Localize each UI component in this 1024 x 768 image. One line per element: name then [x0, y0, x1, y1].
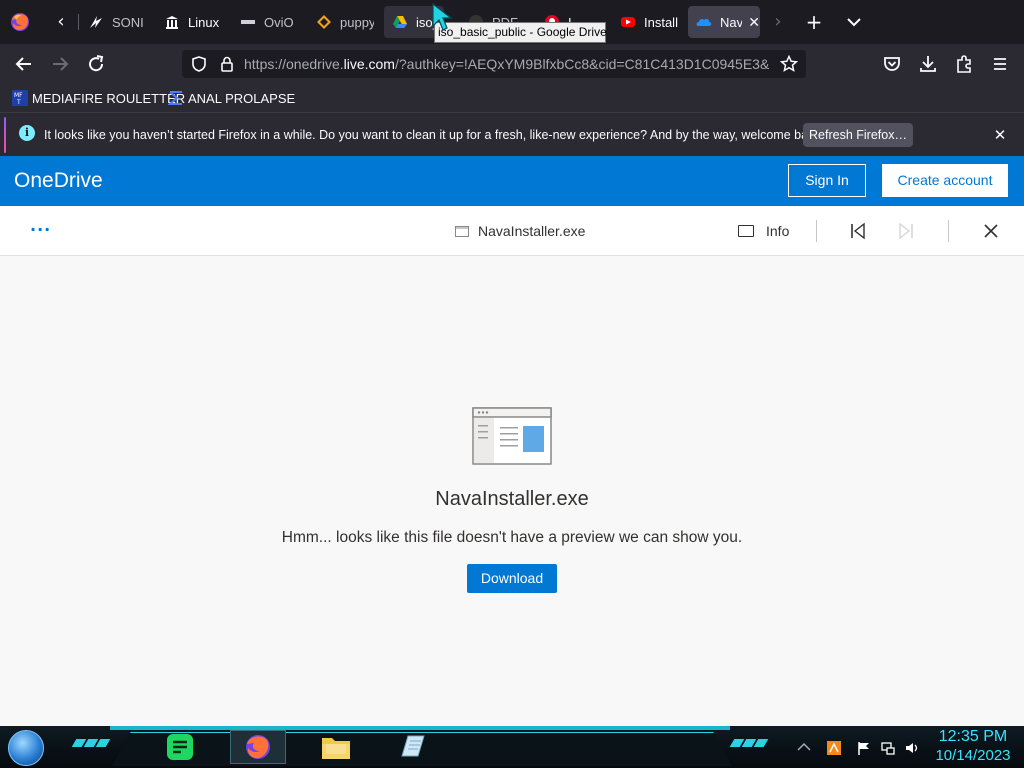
taskbar-notepad-app[interactable]	[384, 730, 440, 764]
tab-label: Nav	[720, 14, 743, 30]
folder-icon	[322, 738, 350, 759]
notification-accent-bar	[4, 117, 6, 153]
close-icon[interactable]	[981, 221, 1001, 241]
tab-install[interactable]: Install	[612, 6, 680, 38]
taskbar: 12:35 PM 10/14/2023	[0, 726, 1024, 768]
taskbar-firefox-app[interactable]	[230, 730, 286, 764]
tab-linux[interactable]: Linux	[156, 6, 222, 38]
mouse-cursor-icon	[432, 2, 453, 31]
file-title: NavaInstaller.exe	[455, 206, 585, 256]
info-icon: i	[19, 125, 35, 141]
notepad-icon	[401, 735, 425, 757]
application-file-icon	[455, 225, 469, 237]
extensions-puzzle-icon[interactable]	[952, 52, 976, 76]
tab-label: Linux	[188, 14, 220, 30]
volume-icon[interactable]	[904, 740, 920, 756]
bookmark-mediafire-rouletter[interactable]: MF T MEDIAFIRE ROULETTER	[12, 89, 185, 107]
back-arrow-icon[interactable]	[12, 52, 36, 76]
tab-ovio[interactable]: OviO	[232, 6, 298, 38]
system-clock[interactable]: 12:35 PM 10/14/2023	[930, 728, 1016, 766]
tab-label: Install	[644, 14, 678, 30]
close-icon[interactable]: ✕	[990, 125, 1010, 145]
svg-text:MF: MF	[14, 92, 23, 99]
firefox-menu-icon[interactable]	[9, 11, 31, 33]
bookmarks-toolbar: MF T MEDIAFIRE ROULETTER ANAL PROLAPSE	[0, 84, 1024, 112]
tracking-protection-shield-icon[interactable]	[190, 55, 208, 73]
taskbar-notes-app[interactable]	[152, 730, 208, 764]
notification-message: It looks like you haven’t started Firefo…	[44, 128, 825, 142]
mft-icon: MF T	[12, 90, 28, 106]
list-all-tabs-chevron-down-icon[interactable]	[842, 10, 866, 34]
file-command-bar: ··· NavaInstaller.exe Info	[0, 206, 1024, 256]
refresh-firefox-button[interactable]: Refresh Firefox…	[803, 123, 913, 147]
url-text[interactable]: https://onedrive.live.com/?authkey=!AEQx…	[244, 50, 769, 78]
clock-date: 10/14/2023	[935, 747, 1011, 764]
no-preview-message: Hmm... looks like this file doesn't have…	[281, 529, 743, 546]
sonic-icon	[88, 14, 104, 30]
tab-close-icon[interactable]: ✕	[748, 14, 760, 31]
svg-text:T: T	[16, 99, 21, 106]
clock-time: 12:35 PM	[938, 728, 1008, 745]
file-name: NavaInstaller.exe	[478, 223, 586, 239]
tab-navainstaller-active[interactable]: Nav ✕	[688, 6, 760, 38]
info-button[interactable]: Info	[738, 206, 789, 256]
downloads-icon[interactable]	[916, 52, 940, 76]
bookmark-anal-prolapse[interactable]: ANAL PROLAPSE	[168, 89, 295, 107]
action-center-flag-icon[interactable]	[856, 740, 872, 756]
sigma-icon	[168, 91, 182, 105]
taskbar-decoration	[729, 739, 769, 749]
tab-separator	[78, 14, 79, 30]
tray-app-icon[interactable]	[826, 740, 842, 756]
sign-in-button[interactable]: Sign In	[788, 164, 866, 197]
tab-scroll-left-icon[interactable]: ‹	[48, 10, 74, 34]
taskbar-decoration	[71, 739, 111, 749]
onedrive-brand[interactable]: OneDrive	[14, 156, 103, 206]
bookmark-star-icon[interactable]	[780, 55, 798, 73]
forward-arrow-icon[interactable]	[48, 52, 72, 76]
onedrive-header: OneDrive Sign In Create account	[0, 156, 1024, 206]
navigation-toolbar: https://onedrive.live.com/?authkey=!AEQx…	[0, 44, 1024, 84]
hamburger-menu-icon[interactable]	[988, 52, 1012, 76]
tab-puppy[interactable]: puppy	[308, 6, 374, 38]
address-bar[interactable]: https://onedrive.live.com/?authkey=!AEQx…	[182, 50, 806, 78]
preview-file-name: NavaInstaller.exe	[435, 488, 589, 510]
info-panel-icon	[738, 225, 754, 237]
file-preview-area: NavaInstaller.exe Hmm... looks like this…	[0, 256, 1024, 726]
network-icon[interactable]	[880, 740, 896, 756]
tab-label: SONI	[112, 14, 144, 30]
divider	[816, 220, 817, 242]
previous-item-icon[interactable]	[848, 221, 868, 241]
bar-icon	[240, 14, 256, 30]
more-options-ellipsis-icon[interactable]: ···	[30, 220, 54, 240]
pocket-icon[interactable]	[880, 52, 904, 76]
onedrive-icon	[696, 14, 712, 30]
tab-label: puppy	[340, 14, 374, 30]
youtube-icon	[620, 14, 636, 30]
firefox-icon	[246, 735, 270, 759]
reload-icon[interactable]	[84, 52, 108, 76]
tab-sonic[interactable]: SONI	[80, 6, 146, 38]
new-tab-plus-icon[interactable]: +	[802, 10, 826, 34]
refresh-firefox-notification: i It looks like you haven’t started Fire…	[0, 112, 1024, 156]
show-hidden-icons-icon[interactable]	[796, 740, 812, 756]
divider	[948, 220, 949, 242]
tab-scroll-right-icon[interactable]: ›	[765, 10, 791, 34]
puppy-icon	[316, 14, 332, 30]
taskbar-file-manager-app[interactable]	[308, 730, 364, 764]
tab-label: OviO	[264, 14, 294, 30]
download-button[interactable]: Download	[467, 564, 557, 593]
start-orb-icon[interactable]	[8, 730, 44, 766]
info-label: Info	[766, 223, 790, 239]
bookmark-label: MEDIAFIRE ROULETTER	[32, 90, 186, 106]
notes-app-icon	[167, 734, 193, 760]
bookmark-label: ANAL PROLAPSE	[188, 90, 296, 106]
executable-file-icon	[472, 407, 552, 465]
library-icon	[164, 14, 180, 30]
next-item-icon	[899, 222, 913, 240]
tab-tooltip: iso_basic_public - Google Drive	[434, 22, 607, 43]
lock-icon[interactable]	[218, 55, 236, 73]
google-drive-icon	[392, 14, 408, 30]
create-account-button[interactable]: Create account	[882, 164, 1008, 197]
